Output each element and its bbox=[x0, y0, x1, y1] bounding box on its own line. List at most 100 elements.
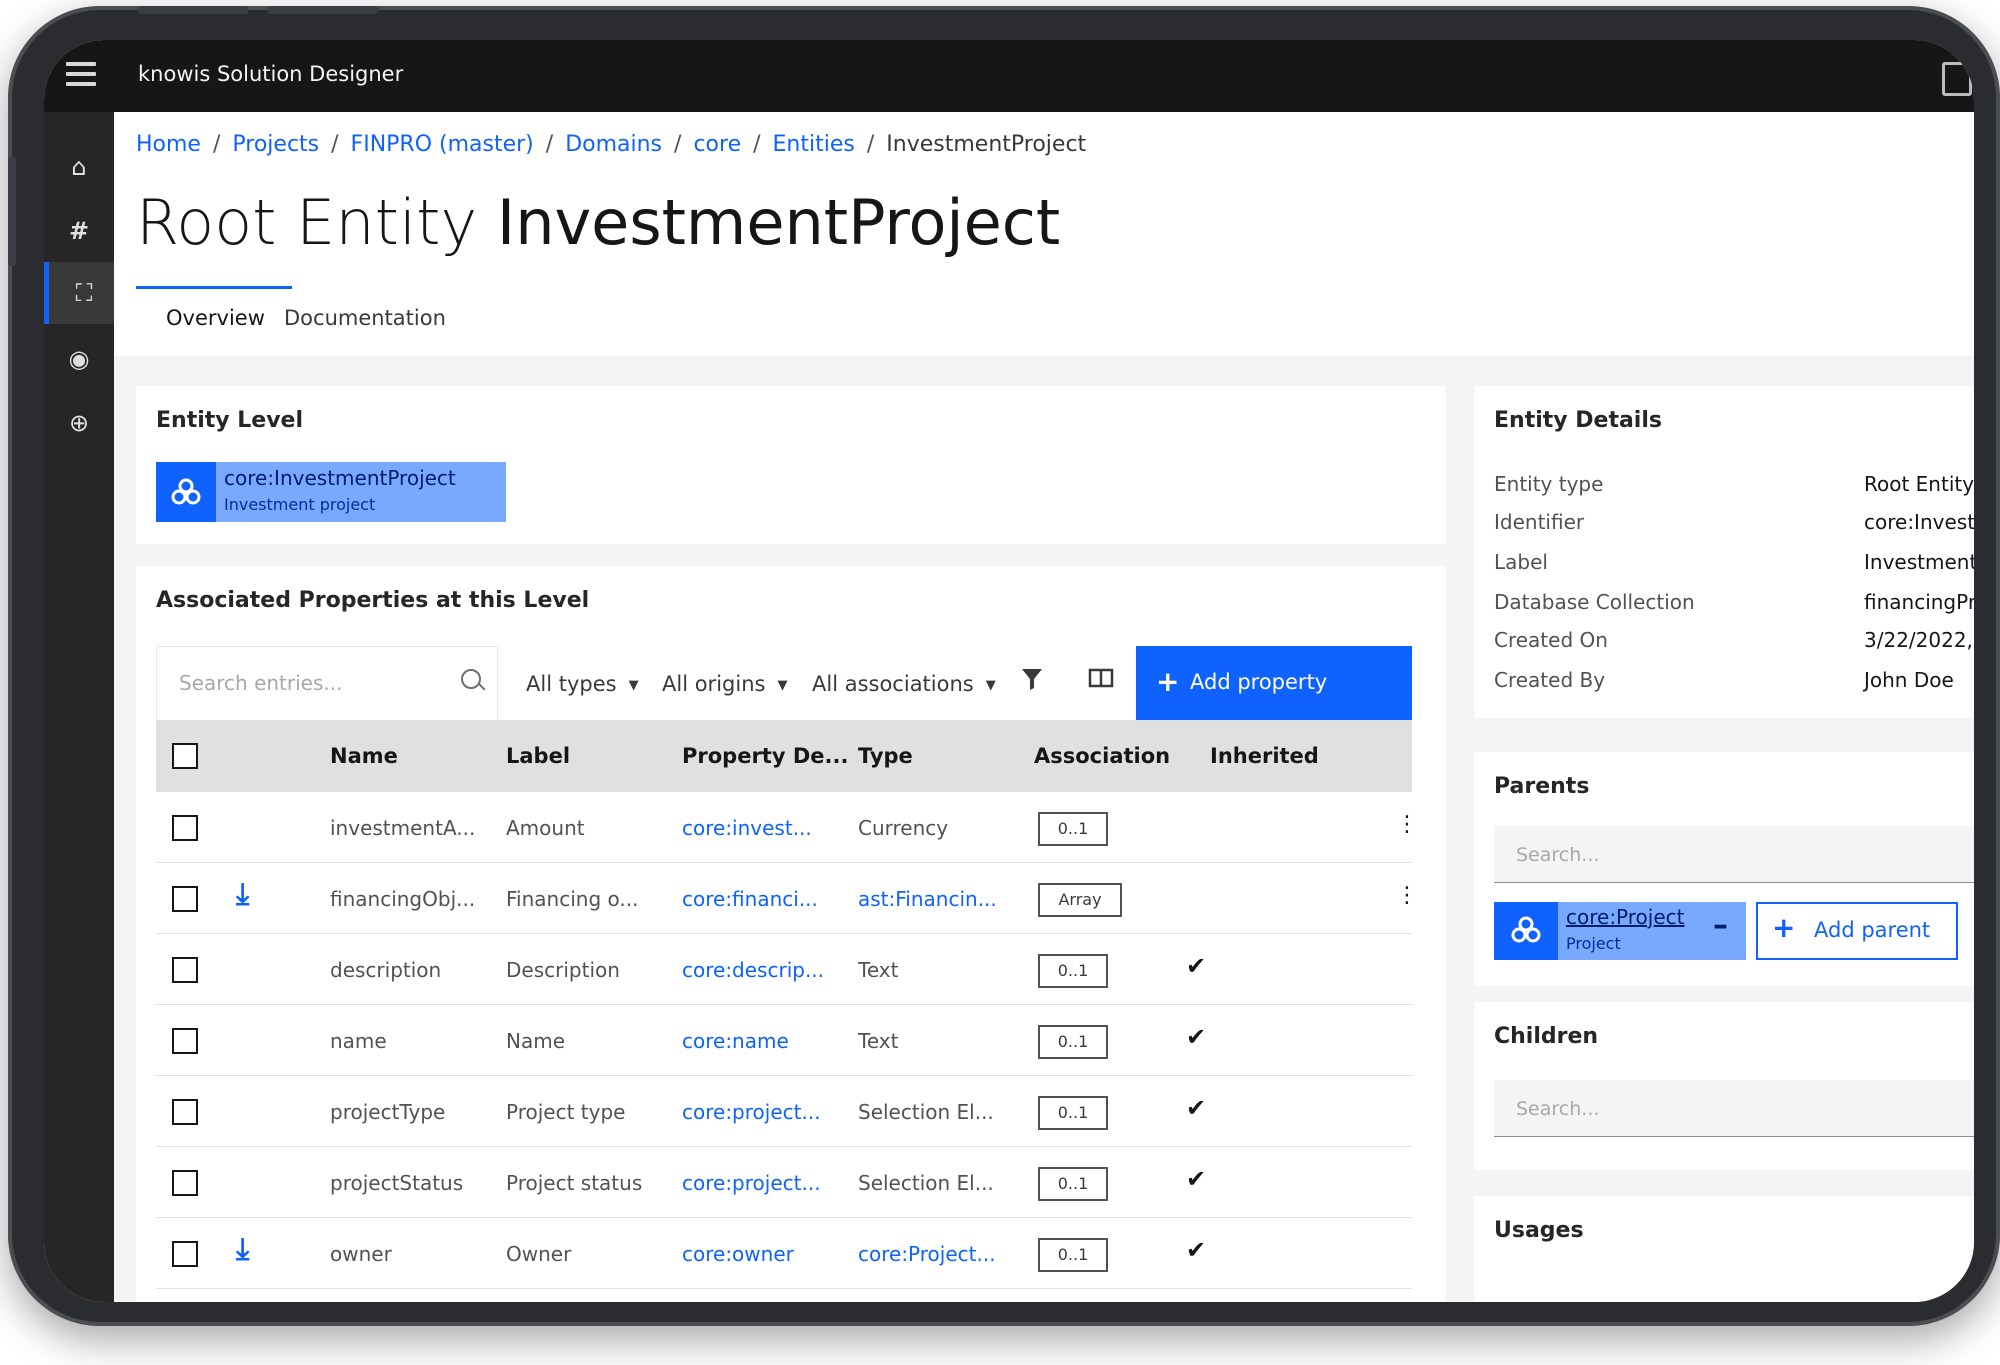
column-header-name[interactable]: Name bbox=[330, 744, 398, 768]
focus-icon[interactable]: ⛶ bbox=[44, 262, 119, 324]
cell-label: Project type bbox=[506, 1100, 626, 1124]
detail-label: Database Collection bbox=[1494, 590, 1695, 614]
table-row[interactable]: name Name core:name Text 0..1 ✔ bbox=[156, 1005, 1412, 1076]
entity-level-tag-id: core:InvestmentProject bbox=[224, 466, 456, 490]
side-navigation: ⌂ # ⛶ ◉ ⊕ bbox=[44, 112, 119, 1302]
parent-tag[interactable]: core:Project Project – bbox=[1494, 902, 1746, 960]
table-row[interactable]: ⤓ financingObj... Financing o... core:finan… bbox=[156, 863, 1418, 934]
target-icon[interactable]: ◉ bbox=[44, 328, 114, 390]
breadcrumb-projects[interactable]: Projects bbox=[232, 132, 319, 157]
table-row[interactable]: ⤓ owner Owner core:owner core:Project... 0..1… bbox=[156, 1218, 1412, 1289]
cell-property-def-link[interactable]: core:project... bbox=[682, 1171, 821, 1195]
entity-level-card: Entity Level core:InvestmentProject Inve… bbox=[136, 386, 1446, 544]
table-row[interactable]: projectType Project type core:project... Se… bbox=[156, 1076, 1412, 1147]
children-card: Children Search... bbox=[1474, 1002, 1974, 1170]
associated-properties-card: Associated Properties at this Level Sear… bbox=[136, 566, 1446, 1302]
remove-parent-icon[interactable]: – bbox=[1713, 908, 1728, 943]
cell-property-def-link[interactable]: core:project... bbox=[682, 1100, 821, 1124]
cell-property-def-link[interactable]: core:invest... bbox=[682, 816, 812, 840]
detail-label: Identifier bbox=[1494, 510, 1585, 534]
search-input[interactable]: Search entries... bbox=[156, 646, 498, 722]
hash-icon[interactable]: # bbox=[44, 200, 114, 262]
breadcrumb-separator: / bbox=[674, 132, 682, 157]
row-checkbox[interactable] bbox=[172, 957, 198, 983]
column-header-label[interactable]: Label bbox=[506, 744, 570, 768]
table-row[interactable]: description Description core:descrip... Tex… bbox=[156, 934, 1412, 1005]
children-search-placeholder: Search... bbox=[1516, 1098, 1600, 1120]
cell-label: Description bbox=[506, 958, 620, 982]
detail-label: Label bbox=[1494, 550, 1548, 574]
table-row[interactable]: projectStatus Project status core:project.… bbox=[156, 1147, 1412, 1218]
row-checkbox[interactable] bbox=[172, 1028, 198, 1054]
table-row[interactable]: investmentA... Amount core:invest... Curren… bbox=[156, 792, 1418, 863]
parents-search-input[interactable]: Search... bbox=[1494, 826, 1974, 883]
cell-label: Financing o... bbox=[506, 887, 639, 911]
select-all-checkbox[interactable] bbox=[172, 743, 198, 769]
columns-icon[interactable] bbox=[1088, 666, 1114, 697]
search-placeholder: Search entries... bbox=[179, 671, 343, 695]
row-checkbox[interactable] bbox=[172, 886, 198, 912]
column-header-association[interactable]: Association bbox=[1034, 744, 1170, 768]
association-badge: 0..1 bbox=[1038, 1096, 1108, 1130]
crosshair-icon[interactable]: ⊕ bbox=[44, 392, 114, 454]
cell-type: Selection El... bbox=[858, 1100, 994, 1124]
associated-properties-title: Associated Properties at this Level bbox=[156, 588, 590, 613]
entity-level-tag[interactable]: core:InvestmentProject Investment projec… bbox=[156, 462, 506, 522]
hamburger-menu-icon[interactable] bbox=[66, 62, 96, 88]
parents-title: Parents bbox=[1494, 774, 1590, 799]
filter-icon[interactable] bbox=[1020, 666, 1044, 699]
associations-filter-label: All associations bbox=[812, 672, 974, 696]
caret-down-icon: ▼ bbox=[628, 677, 639, 693]
breadcrumb-domain[interactable]: core bbox=[693, 132, 741, 157]
column-header-type[interactable]: Type bbox=[858, 744, 913, 768]
cell-name: name bbox=[330, 1029, 387, 1053]
parents-card: Parents Search... core:Project Project –… bbox=[1474, 752, 1974, 986]
home-icon[interactable]: ⌂ bbox=[44, 136, 114, 198]
row-checkbox[interactable] bbox=[172, 1170, 198, 1196]
column-header-property-def[interactable]: Property De... bbox=[682, 744, 848, 768]
export-icon[interactable] bbox=[1942, 62, 1972, 96]
overflow-menu-icon[interactable]: ⋮ bbox=[1396, 883, 1418, 908]
usages-card: Usages bbox=[1474, 1196, 1974, 1302]
row-checkbox[interactable] bbox=[172, 1099, 198, 1125]
add-parent-button[interactable]: + Add parent bbox=[1756, 902, 1958, 960]
tab-overview[interactable]: Overview bbox=[166, 306, 265, 330]
column-header-inherited[interactable]: Inherited bbox=[1210, 744, 1319, 768]
cell-property-def-link[interactable]: core:descrip... bbox=[682, 958, 824, 982]
overflow-menu-icon[interactable]: ⋮ bbox=[1396, 812, 1418, 837]
entity-icon bbox=[156, 462, 216, 522]
cell-type[interactable]: core:Project... bbox=[858, 1242, 996, 1266]
tablet-frame: knowis Solution Designer ⌂ # ⛶ ◉ ⊕ Home /… bbox=[8, 6, 2000, 1326]
row-checkbox[interactable] bbox=[172, 1241, 198, 1267]
tab-documentation[interactable]: Documentation bbox=[284, 306, 446, 330]
association-badge: 0..1 bbox=[1038, 1238, 1108, 1272]
association-badge: 0..1 bbox=[1038, 1167, 1108, 1201]
cell-property-def-link[interactable]: core:name bbox=[682, 1029, 789, 1053]
detail-value: John Doe bbox=[1864, 668, 1954, 692]
breadcrumb-home[interactable]: Home bbox=[136, 132, 201, 157]
associations-filter-dropdown[interactable]: All associations ▼ bbox=[812, 672, 996, 696]
row-checkbox[interactable] bbox=[172, 815, 198, 841]
page-title-prefix: Root Entity bbox=[136, 186, 478, 259]
breadcrumb-separator: / bbox=[212, 132, 221, 157]
add-property-button[interactable]: + Add property bbox=[1136, 646, 1412, 720]
device-button bbox=[8, 156, 16, 266]
association-badge: Array bbox=[1038, 883, 1122, 917]
caret-down-icon: ▼ bbox=[777, 677, 788, 693]
cell-property-def-link[interactable]: core:owner bbox=[682, 1242, 794, 1266]
types-filter-dropdown[interactable]: All types ▼ bbox=[526, 672, 639, 696]
checkmark-icon: ✔ bbox=[1186, 1165, 1207, 1193]
detail-value: 3/22/2022, bbox=[1864, 628, 1973, 652]
cell-property-def-link[interactable]: core:financi... bbox=[682, 887, 818, 911]
breadcrumb-domains[interactable]: Domains bbox=[565, 132, 662, 157]
cell-type[interactable]: ast:Financin... bbox=[858, 887, 997, 911]
breadcrumb-project[interactable]: FINPRO (master) bbox=[351, 132, 534, 157]
device-button bbox=[138, 6, 248, 14]
origins-filter-dropdown[interactable]: All origins ▼ bbox=[662, 672, 787, 696]
parent-tag-id[interactable]: core:Project bbox=[1566, 905, 1685, 929]
cell-label: Project status bbox=[506, 1171, 643, 1195]
breadcrumb-entities[interactable]: Entities bbox=[773, 132, 855, 157]
detail-value: financingPr bbox=[1864, 590, 1974, 614]
breadcrumb-current: InvestmentProject bbox=[886, 132, 1087, 157]
children-search-input[interactable]: Search... bbox=[1494, 1080, 1974, 1137]
